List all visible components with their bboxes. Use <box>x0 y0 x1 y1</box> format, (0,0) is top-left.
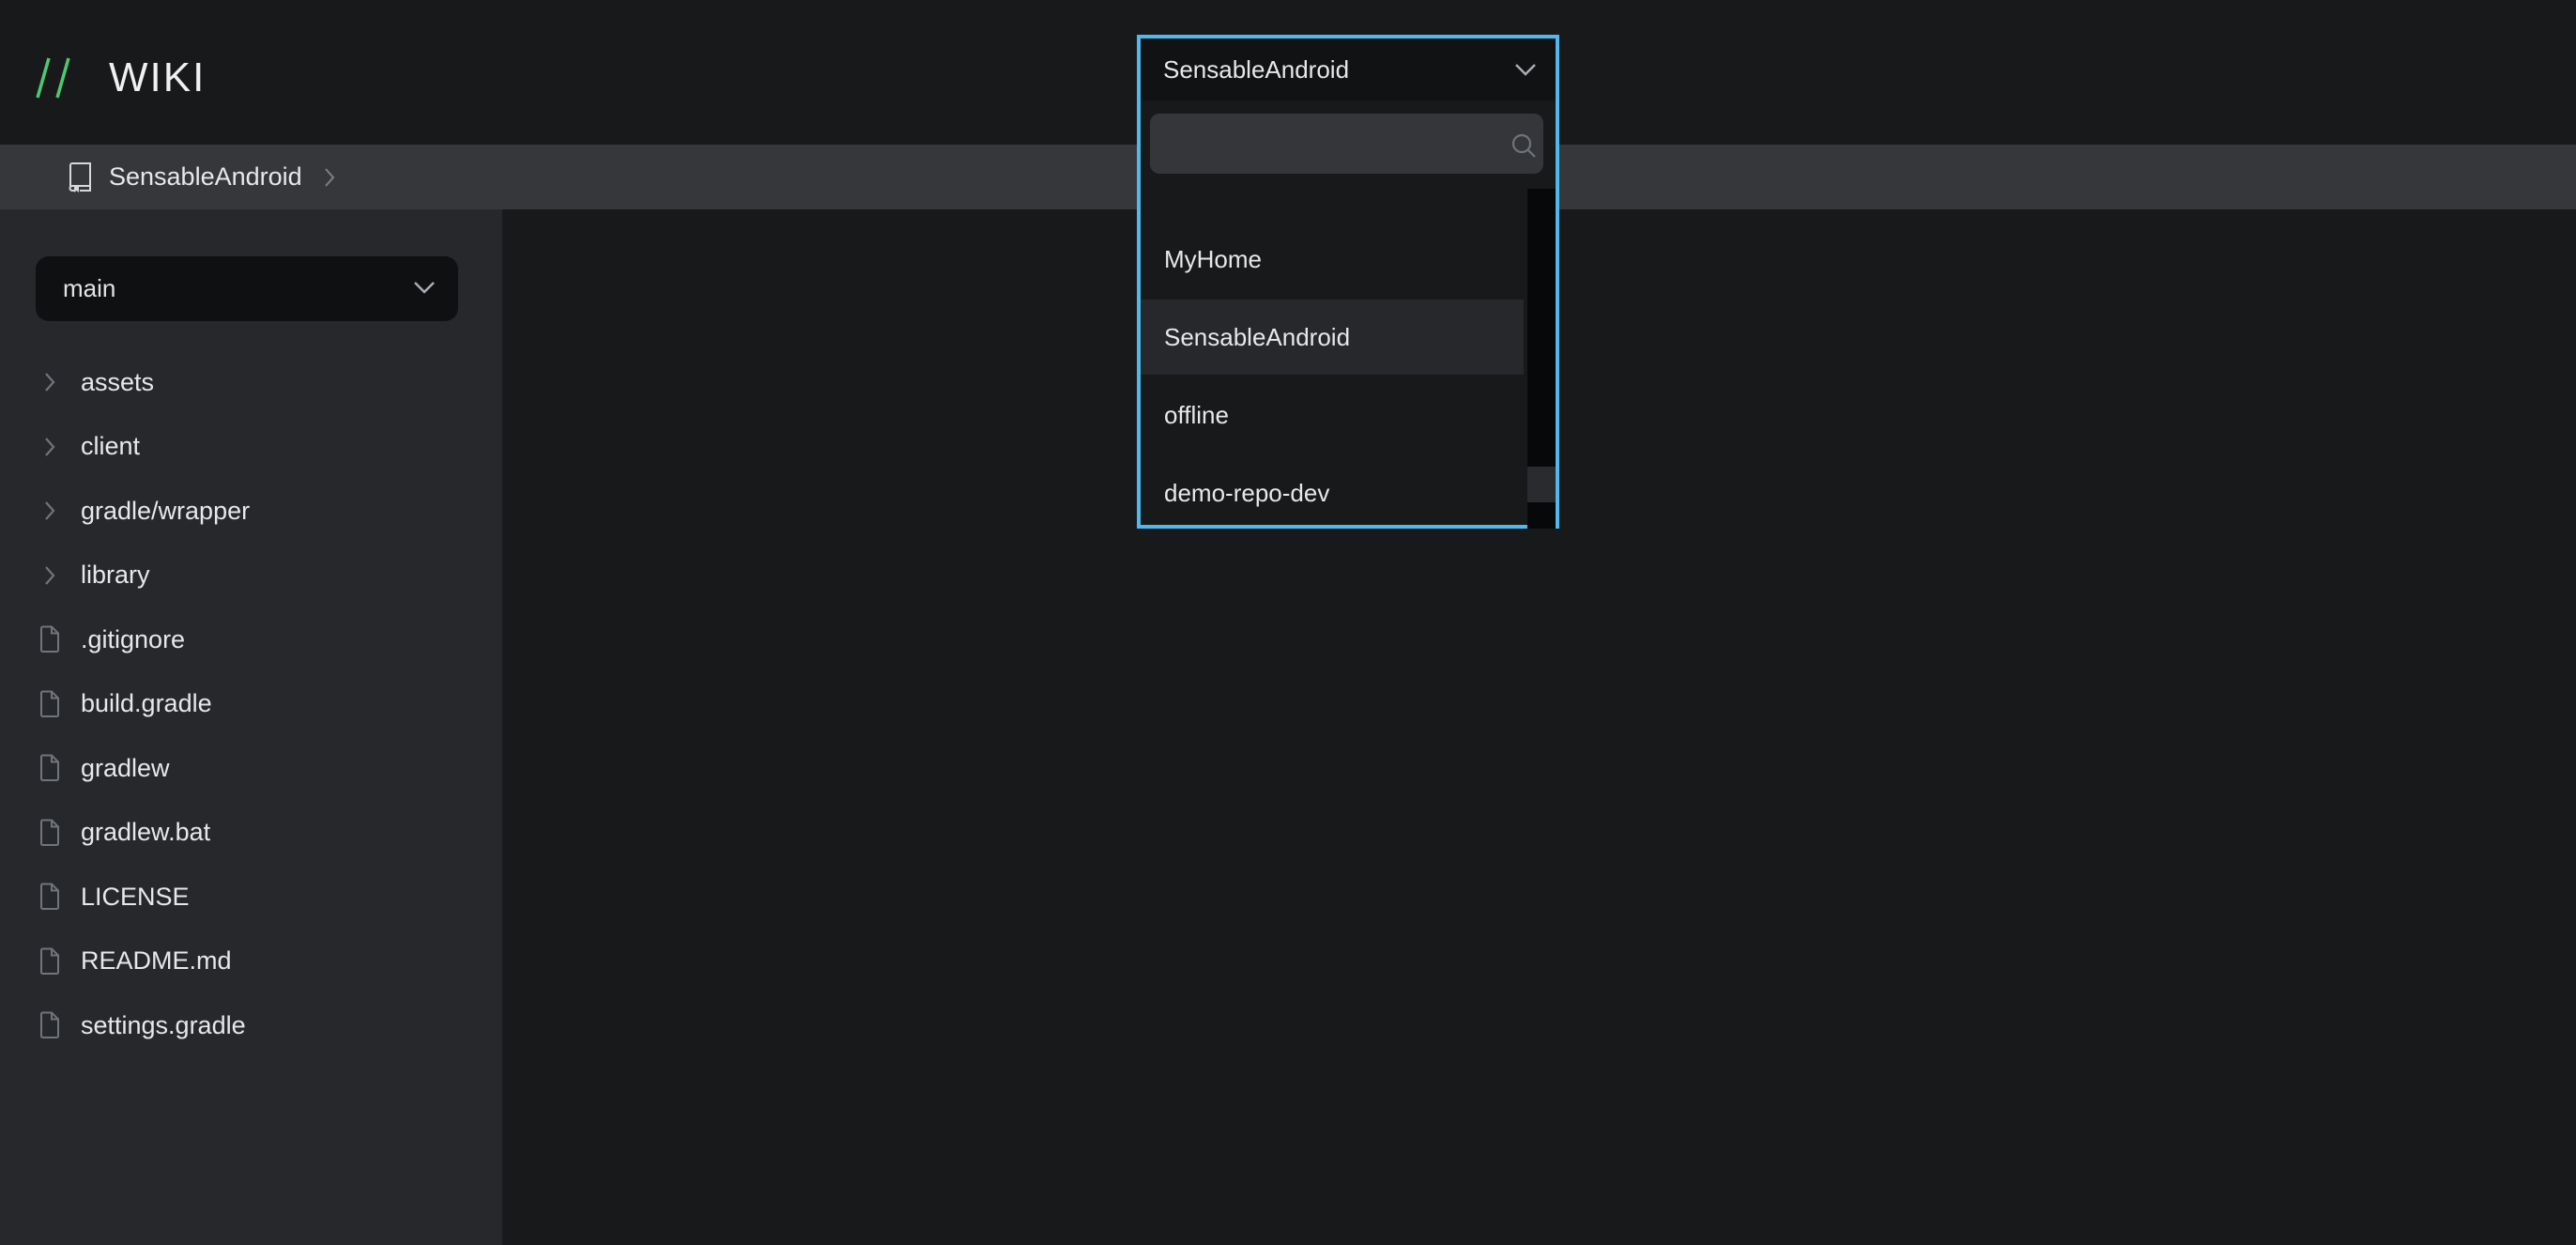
file-icon <box>38 754 62 782</box>
repo-book-icon <box>69 161 91 192</box>
chevron-down-icon <box>414 282 435 294</box>
app-title: WIKI <box>109 54 207 100</box>
file-icon <box>38 690 62 718</box>
repo-option[interactable]: MyHome <box>1141 222 1524 297</box>
search-icon <box>1511 133 1536 158</box>
tree-item-label: LICENSE <box>81 882 190 911</box>
breadcrumb-item-repo[interactable]: SensableAndroid <box>109 162 302 192</box>
tree-item-label: .gitignore <box>81 624 186 653</box>
logo-slashes-icon <box>36 57 70 99</box>
branch-select-value: main <box>63 274 116 302</box>
tree-item-label: assets <box>81 367 155 396</box>
repo-options-scrollbar[interactable] <box>1527 189 1556 529</box>
tree-file[interactable]: README.md <box>0 930 502 994</box>
chevron-right-icon <box>38 368 62 396</box>
repo-search-input[interactable] <box>1150 114 1543 174</box>
repo-option[interactable]: offline <box>1141 377 1524 453</box>
scrollbar-thumb[interactable] <box>1527 467 1556 502</box>
chevron-down-icon <box>1515 64 1536 76</box>
chevron-right-icon <box>38 561 62 590</box>
repo-select-value: SensableAndroid <box>1163 55 1350 84</box>
repo-search-container <box>1141 100 1556 185</box>
repo-option-label: offline <box>1164 401 1229 429</box>
tree-folder[interactable]: assets <box>0 350 502 415</box>
tree-item-label: README.md <box>81 946 232 976</box>
file-tree: assets client gradle/wrapper library .gitign… <box>0 350 502 1058</box>
tree-item-label: client <box>81 432 141 461</box>
tree-file[interactable]: build.gradle <box>0 672 502 737</box>
file-icon <box>38 883 62 911</box>
repo-dropdown[interactable]: SensableAndroid MyHome SensableAndroid off… <box>1137 35 1559 529</box>
repo-option-label: MyHome <box>1164 245 1263 273</box>
tree-item-label: library <box>81 561 150 590</box>
repo-option-label: SensableAndroid <box>1164 323 1351 351</box>
repo-select-trigger[interactable]: SensableAndroid <box>1141 38 1556 100</box>
tree-item-label: build.gradle <box>81 689 212 718</box>
app-logo[interactable]: WIKI <box>36 54 206 101</box>
tree-file[interactable]: gradlew.bat <box>0 801 502 866</box>
tree-item-label: gradlew.bat <box>81 818 211 847</box>
file-icon <box>38 1011 62 1039</box>
tree-file[interactable]: .gitignore <box>0 607 502 672</box>
tree-item-label: gradle/wrapper <box>81 496 251 525</box>
file-icon <box>38 625 62 653</box>
file-icon <box>38 947 62 976</box>
file-sidebar: main assets client gradle/wrapper library .g… <box>0 209 502 1245</box>
tree-file[interactable]: settings.gradle <box>0 993 502 1058</box>
chevron-right-icon <box>38 497 62 525</box>
breadcrumb: SensableAndroid <box>68 145 336 209</box>
file-icon <box>38 819 62 847</box>
tree-file[interactable]: LICENSE <box>0 865 502 930</box>
tree-item-label: settings.gradle <box>81 1010 246 1039</box>
branch-select[interactable]: main <box>36 256 458 321</box>
repo-option[interactable]: demo-repo-dev <box>1141 455 1524 529</box>
tree-folder[interactable]: client <box>0 415 502 480</box>
repo-option-label: demo-repo-dev <box>1164 479 1330 507</box>
tree-folder[interactable]: library <box>0 544 502 608</box>
tree-item-label: gradlew <box>81 753 170 782</box>
repo-options-list: MyHome SensableAndroid offline demo-repo-de… <box>1141 189 1524 529</box>
tree-folder[interactable]: gradle/wrapper <box>0 479 502 544</box>
tree-file[interactable]: gradlew <box>0 736 502 801</box>
chevron-right-icon <box>324 167 334 187</box>
repo-option[interactable]: SensableAndroid <box>1141 300 1524 375</box>
chevron-right-icon <box>38 433 62 461</box>
